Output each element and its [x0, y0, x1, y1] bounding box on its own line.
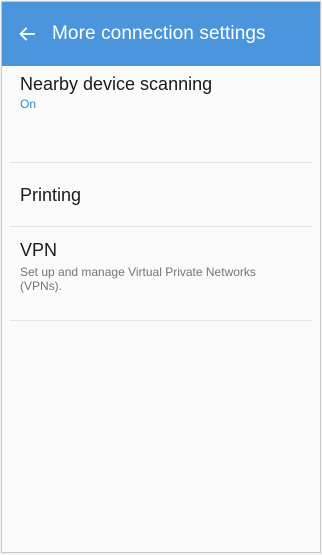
settings-screen: More connection settings Nearby device s… [1, 1, 321, 553]
vpn-description: Set up and manage Virtual Private Networ… [20, 265, 256, 293]
page-title: More connection settings [52, 23, 266, 44]
nearby-device-scanning-status: On [20, 97, 37, 111]
back-button[interactable] [14, 21, 40, 47]
arrow-left-icon [19, 27, 35, 41]
printing-item[interactable]: Printing [10, 163, 312, 227]
printing-label: Printing [20, 184, 82, 205]
vpn-item[interactable]: VPN Set up and manage Virtual Private Ne… [10, 227, 312, 321]
app-bar: More connection settings [2, 2, 320, 66]
nearby-device-scanning-label: Nearby device scanning [20, 74, 213, 94]
settings-list: Nearby device scanning On Printing VPN S… [2, 66, 320, 321]
vpn-label: VPN [20, 240, 58, 260]
nearby-device-scanning-item[interactable]: Nearby device scanning On [10, 66, 312, 163]
